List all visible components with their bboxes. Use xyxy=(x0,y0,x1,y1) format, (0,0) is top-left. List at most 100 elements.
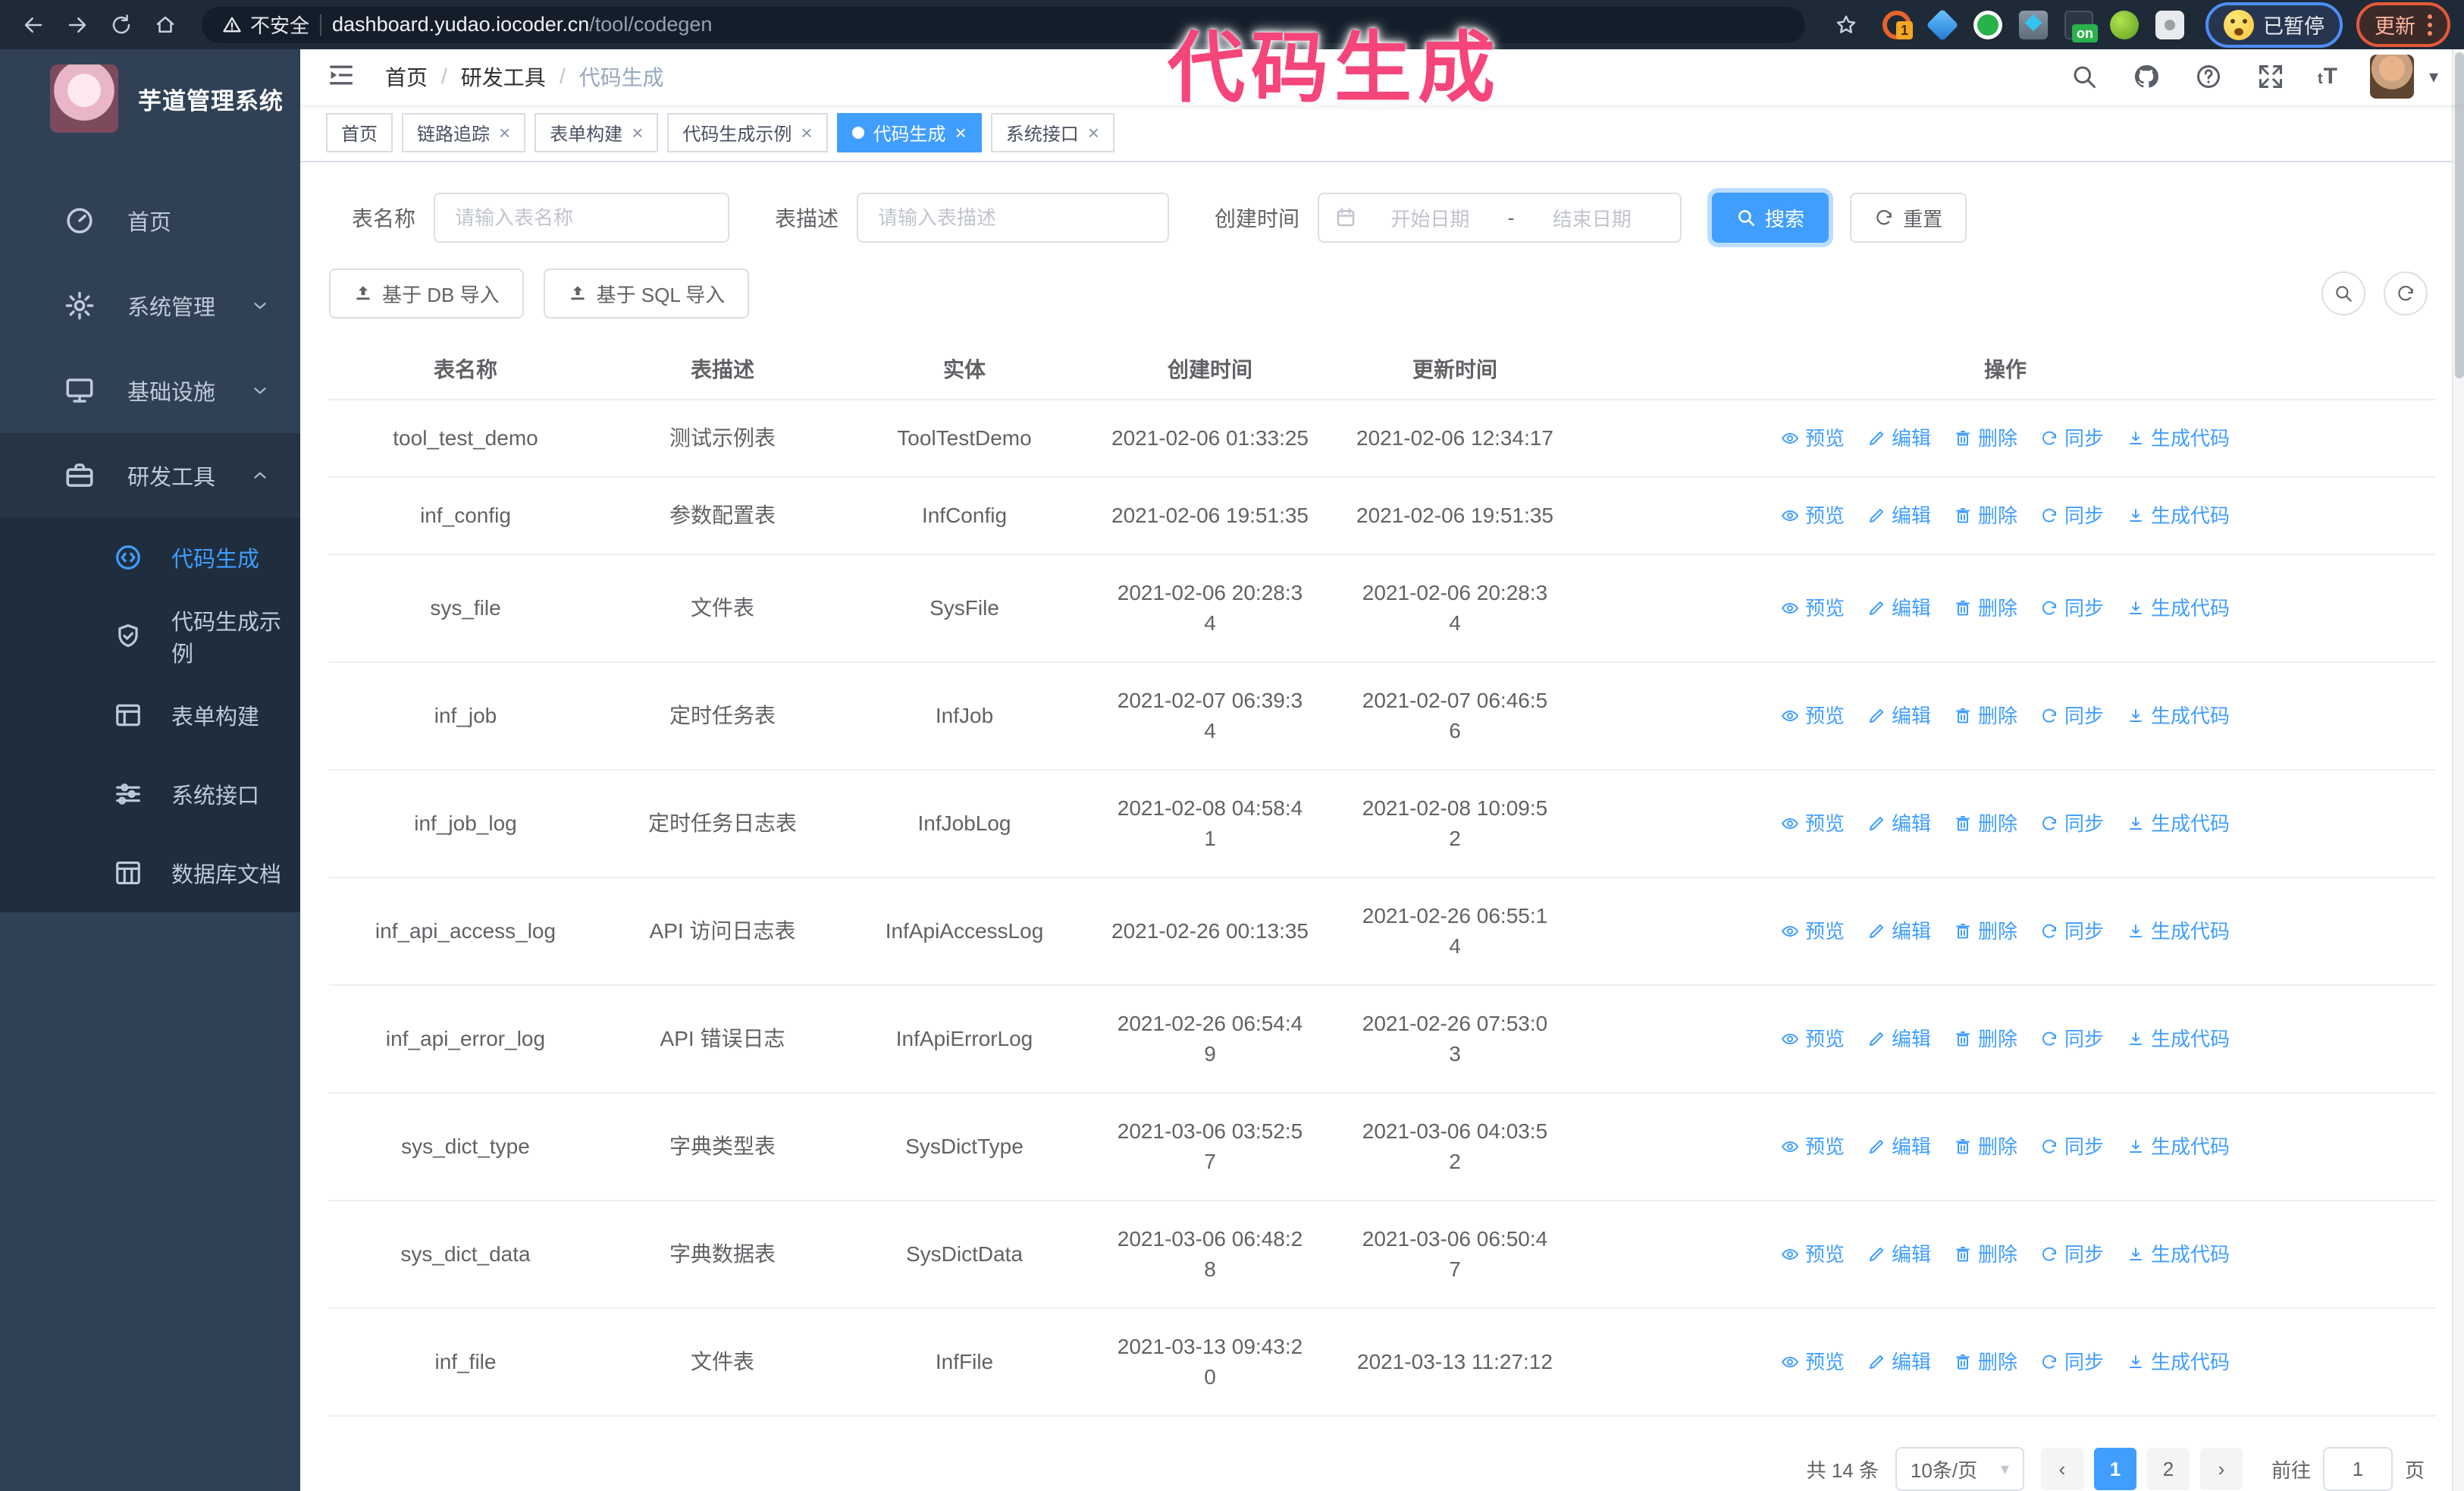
edit-action-link[interactable]: 编辑 xyxy=(1867,808,1931,839)
eye-action-link[interactable]: 预览 xyxy=(1781,1347,1845,1377)
bookmark-star-icon[interactable] xyxy=(1826,5,1866,45)
page-button-1[interactable]: 1 xyxy=(2093,1448,2136,1490)
app-logo-row[interactable]: 芋道管理系统 xyxy=(0,49,300,148)
sync-action-link[interactable]: 同步 xyxy=(2040,808,2104,839)
search-button[interactable]: 搜索 xyxy=(1712,193,1829,243)
edit-action-link[interactable]: 编辑 xyxy=(1867,701,1931,731)
download-action-link[interactable]: 生成代码 xyxy=(2127,423,2230,454)
close-icon[interactable]: × xyxy=(955,123,967,143)
sync-action-link[interactable]: 同步 xyxy=(2040,593,2104,623)
eye-action-link[interactable]: 预览 xyxy=(1781,916,1845,946)
extension-shield-icon[interactable] xyxy=(1973,10,2002,39)
submenu-item-0[interactable]: 代码生成 xyxy=(0,518,300,597)
sync-action-link[interactable]: 同步 xyxy=(2040,916,2104,946)
download-action-link[interactable]: 生成代码 xyxy=(2127,1024,2230,1054)
table-name-input[interactable] xyxy=(434,193,730,243)
close-icon[interactable]: × xyxy=(801,123,812,143)
eye-action-link[interactable]: 预览 xyxy=(1781,1132,1845,1162)
back-icon[interactable] xyxy=(14,5,53,45)
breadcrumb-item-0[interactable]: 首页 xyxy=(385,61,428,92)
download-action-link[interactable]: 生成代码 xyxy=(2127,1132,2230,1162)
tab-3[interactable]: 代码生成示例 × xyxy=(667,112,828,152)
eye-action-link[interactable]: 预览 xyxy=(1781,808,1845,839)
hamburger-icon[interactable] xyxy=(326,60,359,93)
eye-action-link[interactable]: 预览 xyxy=(1781,1239,1845,1270)
eye-action-link[interactable]: 预览 xyxy=(1781,1024,1845,1054)
sidebar-item-0[interactable]: 首页 xyxy=(0,178,300,263)
extension-panels-icon[interactable] xyxy=(2019,10,2048,39)
prev-page-button[interactable]: ‹ xyxy=(2040,1448,2083,1490)
download-action-link[interactable]: 生成代码 xyxy=(2127,1239,2230,1270)
tab-4[interactable]: 代码生成 × xyxy=(836,112,982,152)
extension-key-icon[interactable] xyxy=(2110,10,2139,39)
eye-action-link[interactable]: 预览 xyxy=(1781,593,1845,623)
extension-orange-icon[interactable]: 1 xyxy=(1882,10,1913,39)
toggle-search-button[interactable] xyxy=(2321,272,2365,315)
refresh-table-button[interactable] xyxy=(2384,272,2428,315)
extension-puzzle-icon[interactable] xyxy=(2155,10,2184,39)
delete-action-link[interactable]: 删除 xyxy=(1954,808,2017,839)
edit-action-link[interactable]: 编辑 xyxy=(1867,501,1931,531)
submenu-item-4[interactable]: 数据库文档 xyxy=(0,833,300,912)
download-action-link[interactable]: 生成代码 xyxy=(2127,808,2230,839)
help-icon[interactable] xyxy=(2193,61,2224,92)
sidebar-item-3[interactable]: 研发工具 xyxy=(0,433,300,518)
sync-action-link[interactable]: 同步 xyxy=(2040,1347,2104,1377)
paused-extension-badge[interactable]: 已暂停 xyxy=(2205,2,2343,48)
font-size-icon[interactable]: tT xyxy=(2318,64,2338,89)
breadcrumb-item-1[interactable]: 研发工具 xyxy=(461,61,546,92)
close-icon[interactable]: × xyxy=(499,123,510,143)
edit-action-link[interactable]: 编辑 xyxy=(1867,423,1931,454)
table-desc-input[interactable] xyxy=(857,193,1170,243)
extension-dark-icon[interactable]: on xyxy=(2064,10,2098,42)
delete-action-link[interactable]: 删除 xyxy=(1954,1024,2017,1054)
sync-action-link[interactable]: 同步 xyxy=(2040,1132,2104,1162)
browser-menu-icon[interactable] xyxy=(2428,14,2432,36)
next-page-button[interactable]: › xyxy=(2199,1448,2243,1490)
delete-action-link[interactable]: 删除 xyxy=(1954,701,2017,731)
sync-action-link[interactable]: 同步 xyxy=(2040,701,2104,731)
eye-action-link[interactable]: 预览 xyxy=(1781,501,1845,531)
avatar-caret-icon[interactable]: ▾ xyxy=(2429,66,2438,88)
close-icon[interactable]: × xyxy=(632,123,643,143)
delete-action-link[interactable]: 删除 xyxy=(1954,1132,2017,1162)
tab-2[interactable]: 表单构建 × xyxy=(534,112,659,152)
edit-action-link[interactable]: 编辑 xyxy=(1867,593,1931,623)
eye-action-link[interactable]: 预览 xyxy=(1781,423,1845,454)
tab-5[interactable]: 系统接口 × xyxy=(990,112,1114,152)
download-action-link[interactable]: 生成代码 xyxy=(2127,501,2230,531)
date-range-picker[interactable]: 开始日期 - 结束日期 xyxy=(1318,193,1682,243)
import-sql-button[interactable]: 基于 SQL 导入 xyxy=(543,268,750,319)
reload-icon[interactable] xyxy=(102,5,141,45)
submenu-item-3[interactable]: 系统接口 xyxy=(0,755,300,833)
sync-action-link[interactable]: 同步 xyxy=(2040,423,2104,454)
page-button-2[interactable]: 2 xyxy=(2146,1448,2190,1490)
delete-action-link[interactable]: 删除 xyxy=(1954,501,2017,531)
address-bar[interactable]: 不安全 dashboard.yudao.iocoder.cn/tool/code… xyxy=(202,6,1805,43)
page-size-select[interactable]: 10条/页 ▾ xyxy=(1895,1447,2024,1491)
tab-1[interactable]: 链路追踪 × xyxy=(402,112,526,152)
edit-action-link[interactable]: 编辑 xyxy=(1867,916,1931,946)
search-icon[interactable] xyxy=(2069,61,2099,92)
sync-action-link[interactable]: 同步 xyxy=(2040,1239,2104,1270)
submenu-item-2[interactable]: 表单构建 xyxy=(0,676,300,755)
submenu-item-1[interactable]: 代码生成示例 xyxy=(0,597,300,676)
extension-gem-icon[interactable] xyxy=(1926,8,1959,41)
security-warning[interactable]: 不安全 xyxy=(221,11,309,39)
import-db-button[interactable]: 基于 DB 导入 xyxy=(329,268,524,319)
sync-action-link[interactable]: 同步 xyxy=(2040,501,2104,531)
edit-action-link[interactable]: 编辑 xyxy=(1867,1239,1931,1270)
download-action-link[interactable]: 生成代码 xyxy=(2127,916,2230,946)
home-icon[interactable] xyxy=(146,5,185,45)
sidebar-item-1[interactable]: 系统管理 xyxy=(0,263,300,348)
edit-action-link[interactable]: 编辑 xyxy=(1867,1347,1931,1377)
close-icon[interactable]: × xyxy=(1088,123,1099,143)
download-action-link[interactable]: 生成代码 xyxy=(2127,593,2230,623)
tab-0[interactable]: 首页 xyxy=(326,112,393,152)
delete-action-link[interactable]: 删除 xyxy=(1954,1239,2017,1270)
eye-action-link[interactable]: 预览 xyxy=(1781,701,1845,731)
github-icon[interactable] xyxy=(2131,61,2161,92)
sync-action-link[interactable]: 同步 xyxy=(2040,1024,2104,1054)
delete-action-link[interactable]: 删除 xyxy=(1954,916,2017,946)
user-avatar[interactable] xyxy=(2369,55,2414,99)
